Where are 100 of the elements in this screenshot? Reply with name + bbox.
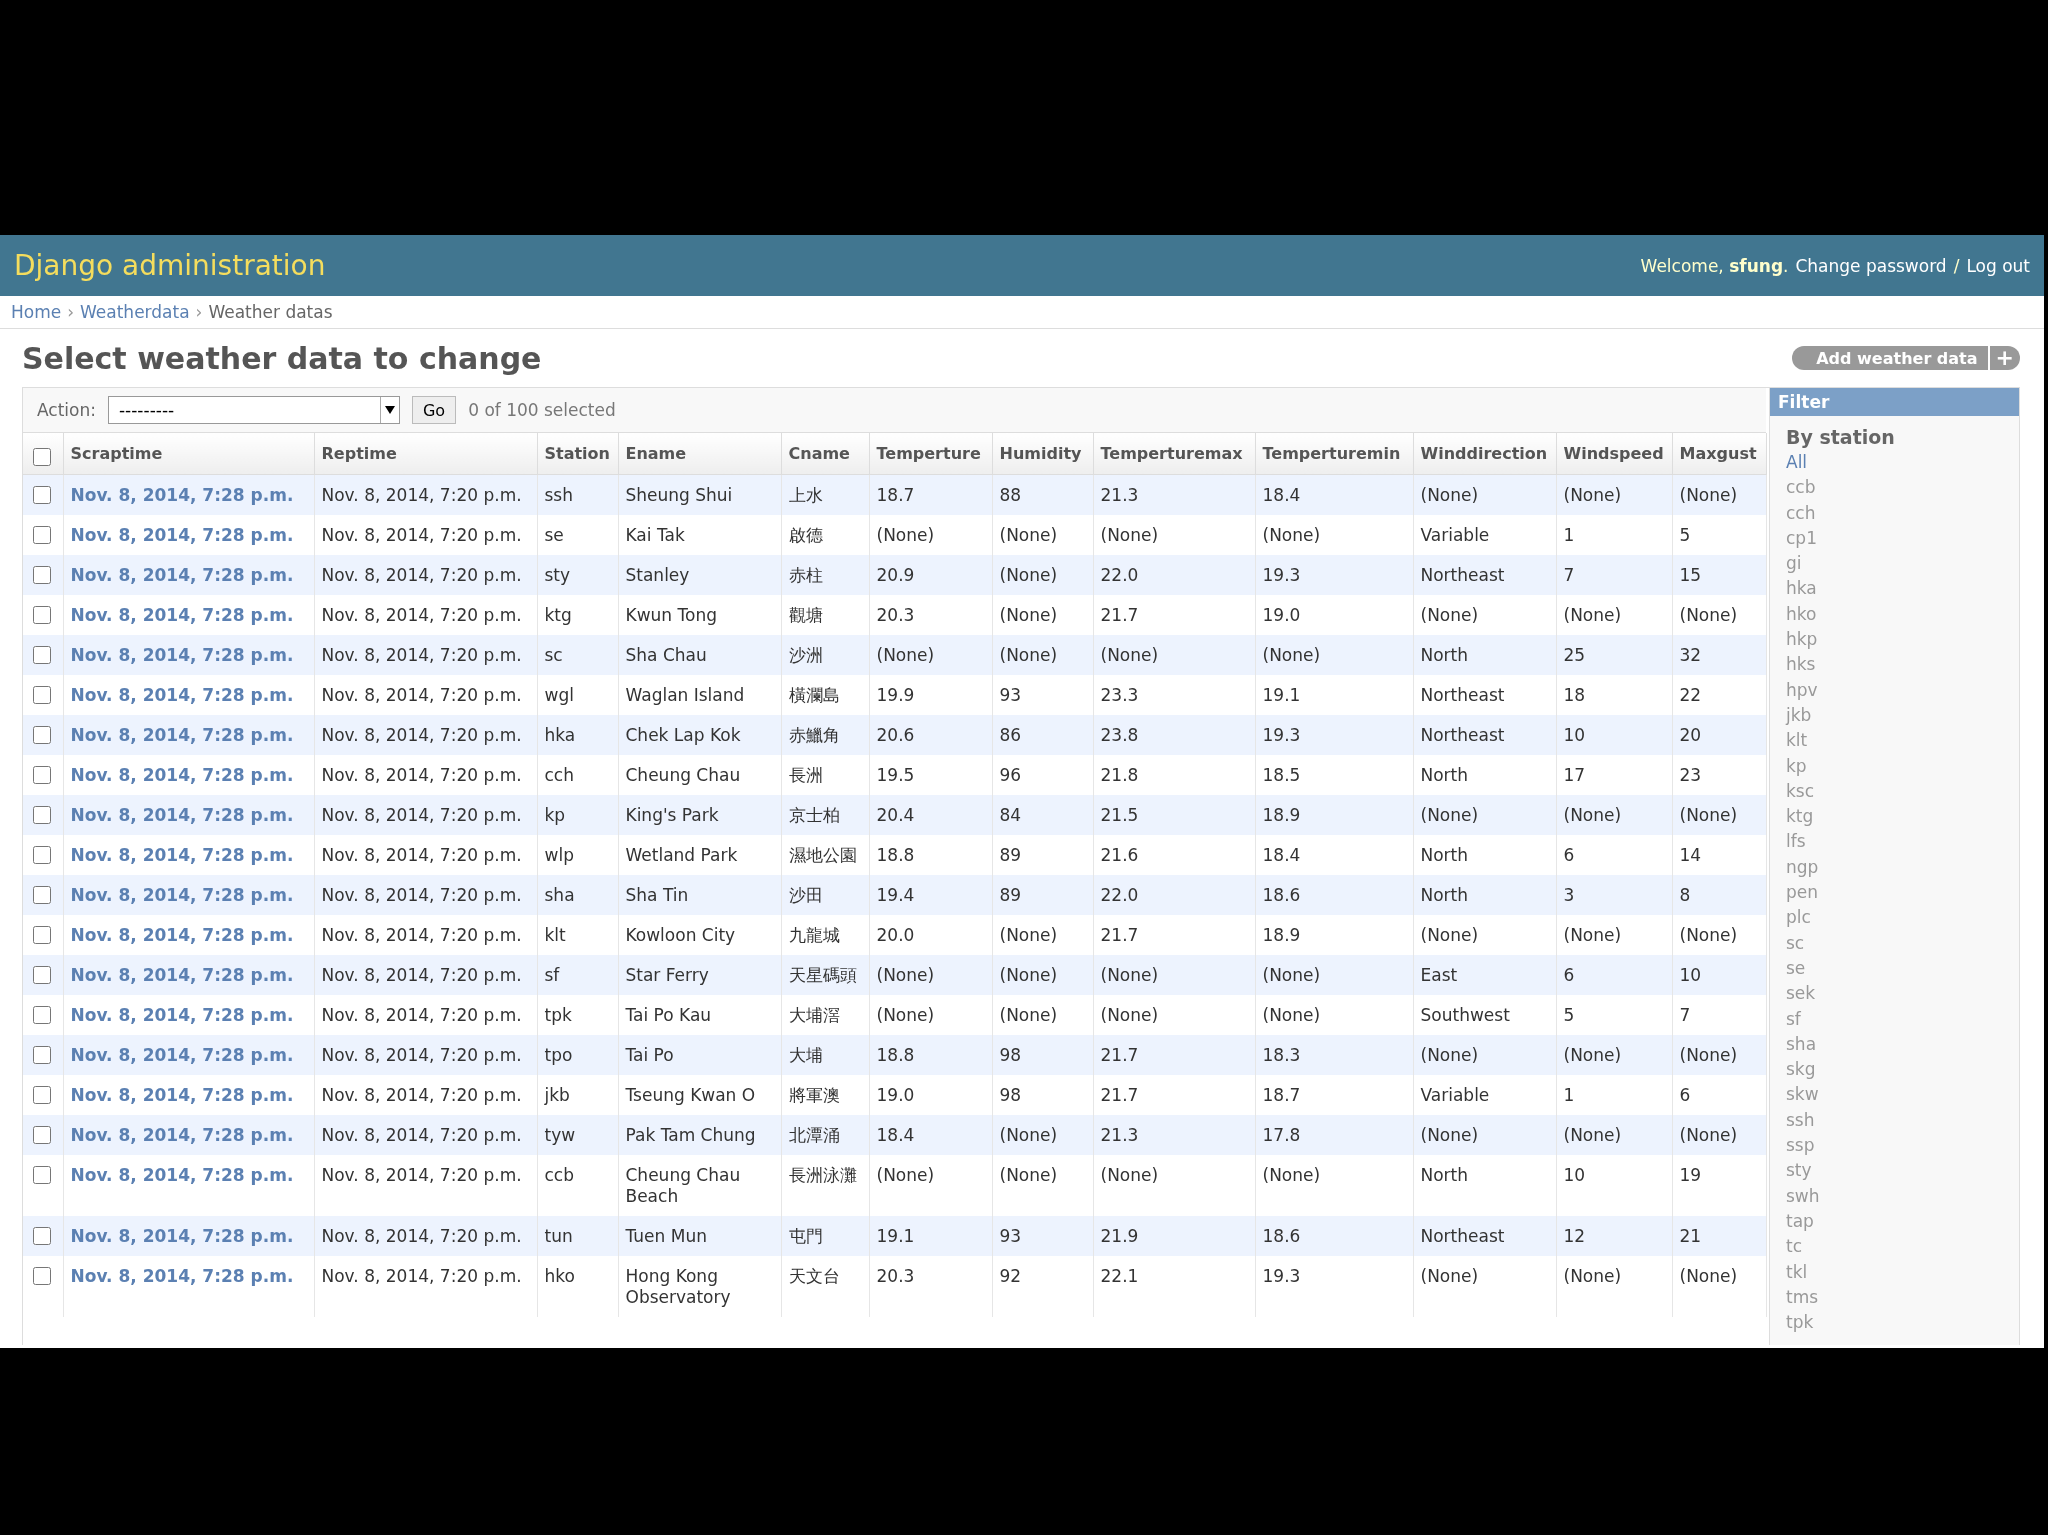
row-checkbox[interactable] bbox=[33, 1046, 51, 1064]
table-cell: sha bbox=[544, 885, 575, 905]
filter-option[interactable]: gi bbox=[1786, 551, 1802, 577]
filter-option[interactable]: plc bbox=[1786, 905, 1811, 931]
column-header[interactable]: Winddirection bbox=[1413, 433, 1556, 475]
column-header[interactable]: Humidity bbox=[992, 433, 1093, 475]
record-link[interactable]: Nov. 8, 2014, 7:28 p.m. bbox=[70, 1085, 294, 1105]
filter-option[interactable]: jkb bbox=[1786, 702, 1812, 729]
row-checkbox[interactable] bbox=[33, 486, 51, 504]
row-checkbox[interactable] bbox=[33, 1126, 51, 1144]
record-link[interactable]: Nov. 8, 2014, 7:28 p.m. bbox=[70, 1005, 294, 1025]
row-checkbox[interactable] bbox=[33, 686, 51, 704]
table-cell: Tseung Kwan O bbox=[625, 1085, 756, 1105]
row-checkbox[interactable] bbox=[33, 1227, 51, 1245]
row-checkbox[interactable] bbox=[33, 606, 51, 624]
record-link[interactable]: Nov. 8, 2014, 7:28 p.m. bbox=[70, 1266, 294, 1286]
row-checkbox[interactable] bbox=[33, 726, 51, 744]
filter-option[interactable]: hkp bbox=[1786, 627, 1818, 653]
filter-option[interactable]: tkl bbox=[1786, 1259, 1808, 1285]
filter-option[interactable]: sha bbox=[1786, 1031, 1817, 1058]
table-cell: 12 bbox=[1563, 1226, 1586, 1246]
add-button[interactable]: Add weather data + bbox=[1792, 346, 2020, 370]
table-cell: (None) bbox=[999, 1165, 1058, 1185]
record-link[interactable]: Nov. 8, 2014, 7:28 p.m. bbox=[70, 1165, 294, 1185]
column-header[interactable]: Reptime bbox=[314, 433, 537, 475]
filter-option[interactable]: sf bbox=[1786, 1006, 1801, 1032]
filter-option[interactable]: ngp bbox=[1786, 854, 1819, 881]
filter-option[interactable]: hka bbox=[1786, 576, 1817, 602]
filter-option[interactable]: swh bbox=[1786, 1183, 1820, 1209]
row-checkbox[interactable] bbox=[33, 846, 51, 864]
record-link[interactable]: Nov. 8, 2014, 7:28 p.m. bbox=[70, 845, 294, 865]
record-link[interactable]: Nov. 8, 2014, 7:28 p.m. bbox=[70, 765, 294, 785]
filter-option[interactable]: pen bbox=[1786, 880, 1819, 906]
filter-option[interactable]: hpv bbox=[1786, 677, 1818, 703]
action-select[interactable]: --------- bbox=[107, 396, 400, 424]
header-link[interactable]: Log out bbox=[1966, 255, 2030, 276]
record-link[interactable]: Nov. 8, 2014, 7:28 p.m. bbox=[70, 525, 294, 545]
table-cell: 19.1 bbox=[876, 1226, 915, 1246]
column-header[interactable]: Maxgust bbox=[1672, 433, 1766, 475]
record-link[interactable]: Nov. 8, 2014, 7:28 p.m. bbox=[70, 925, 294, 945]
row-checkbox[interactable] bbox=[33, 886, 51, 904]
filter-option[interactable]: ssh bbox=[1786, 1107, 1815, 1133]
filter-option[interactable]: tpk bbox=[1786, 1310, 1814, 1336]
row-checkbox[interactable] bbox=[33, 806, 51, 824]
filter-option[interactable]: tc bbox=[1786, 1234, 1802, 1260]
filter-option[interactable]: hko bbox=[1786, 601, 1817, 628]
filter-option[interactable]: klt bbox=[1786, 728, 1808, 754]
record-link[interactable]: Nov. 8, 2014, 7:28 p.m. bbox=[70, 685, 294, 705]
column-header[interactable]: Temperturemin bbox=[1255, 433, 1413, 475]
table-cell: 18.7 bbox=[1262, 1085, 1301, 1105]
go-button[interactable]: Go bbox=[411, 396, 457, 424]
column-header[interactable]: Windspeed bbox=[1556, 433, 1672, 475]
table-cell: (None) bbox=[1100, 1005, 1159, 1025]
column-header[interactable]: Scraptime bbox=[63, 433, 314, 475]
filter-option[interactable]: ksc bbox=[1786, 778, 1815, 805]
row-checkbox[interactable] bbox=[33, 526, 51, 544]
column-header[interactable]: Temperture bbox=[869, 433, 992, 475]
table-cell: 88 bbox=[999, 485, 1022, 505]
filter-option[interactable]: lfs bbox=[1786, 829, 1806, 855]
row-checkbox[interactable] bbox=[33, 566, 51, 584]
filter-option[interactable]: tap bbox=[1786, 1208, 1814, 1235]
breadcrumb-link[interactable]: Home bbox=[11, 302, 62, 322]
filter-option[interactable]: sc bbox=[1786, 930, 1805, 956]
filter-option[interactable]: All bbox=[1786, 450, 1808, 476]
row-checkbox[interactable] bbox=[33, 646, 51, 664]
record-link[interactable]: Nov. 8, 2014, 7:28 p.m. bbox=[70, 605, 294, 625]
table-cell: Nov. 8, 2014, 7:20 p.m. bbox=[321, 605, 522, 625]
row-checkbox[interactable] bbox=[33, 1086, 51, 1104]
filter-option[interactable]: skw bbox=[1786, 1082, 1819, 1108]
breadcrumb-link[interactable]: Weatherdata bbox=[80, 302, 190, 322]
row-checkbox[interactable] bbox=[33, 766, 51, 784]
table-cell: 5 bbox=[1679, 525, 1691, 545]
table-cell: 22.0 bbox=[1100, 885, 1139, 905]
column-header[interactable]: Ename bbox=[618, 433, 781, 475]
filter-option[interactable]: tms bbox=[1786, 1284, 1819, 1311]
row-checkbox[interactable] bbox=[33, 1267, 51, 1285]
table-cell: (None) bbox=[1563, 805, 1622, 825]
filter-option[interactable]: ssp bbox=[1786, 1133, 1815, 1159]
table-cell: Sha Chau bbox=[625, 645, 707, 665]
filter-option[interactable]: hks bbox=[1786, 652, 1816, 678]
row-checkbox[interactable] bbox=[33, 1166, 51, 1184]
filter-option[interactable]: kp bbox=[1786, 753, 1807, 779]
column-header[interactable]: Cname bbox=[781, 433, 869, 475]
row-checkbox[interactable] bbox=[33, 1006, 51, 1024]
filter-option[interactable]: se bbox=[1786, 955, 1806, 982]
filter-option[interactable]: skg bbox=[1786, 1057, 1816, 1083]
column-header[interactable]: Station bbox=[537, 433, 618, 475]
filter-option[interactable]: sek bbox=[1786, 981, 1816, 1007]
row-checkbox[interactable] bbox=[33, 926, 51, 944]
filter-option[interactable]: ccb bbox=[1786, 475, 1816, 501]
row-checkbox[interactable] bbox=[33, 966, 51, 984]
header-link[interactable]: Change password bbox=[1795, 255, 1947, 276]
column-header[interactable]: Temperturemax bbox=[1093, 433, 1255, 475]
select-all-checkbox[interactable] bbox=[33, 448, 51, 466]
filter-option[interactable]: sty bbox=[1786, 1158, 1812, 1184]
filter-option[interactable]: cp1 bbox=[1786, 525, 1817, 552]
filter-option[interactable]: cch bbox=[1786, 500, 1816, 526]
table-cell: 天星碼頭 bbox=[788, 965, 857, 985]
table-cell: Kwun Tong bbox=[625, 605, 717, 625]
filter-option[interactable]: ktg bbox=[1786, 804, 1814, 830]
